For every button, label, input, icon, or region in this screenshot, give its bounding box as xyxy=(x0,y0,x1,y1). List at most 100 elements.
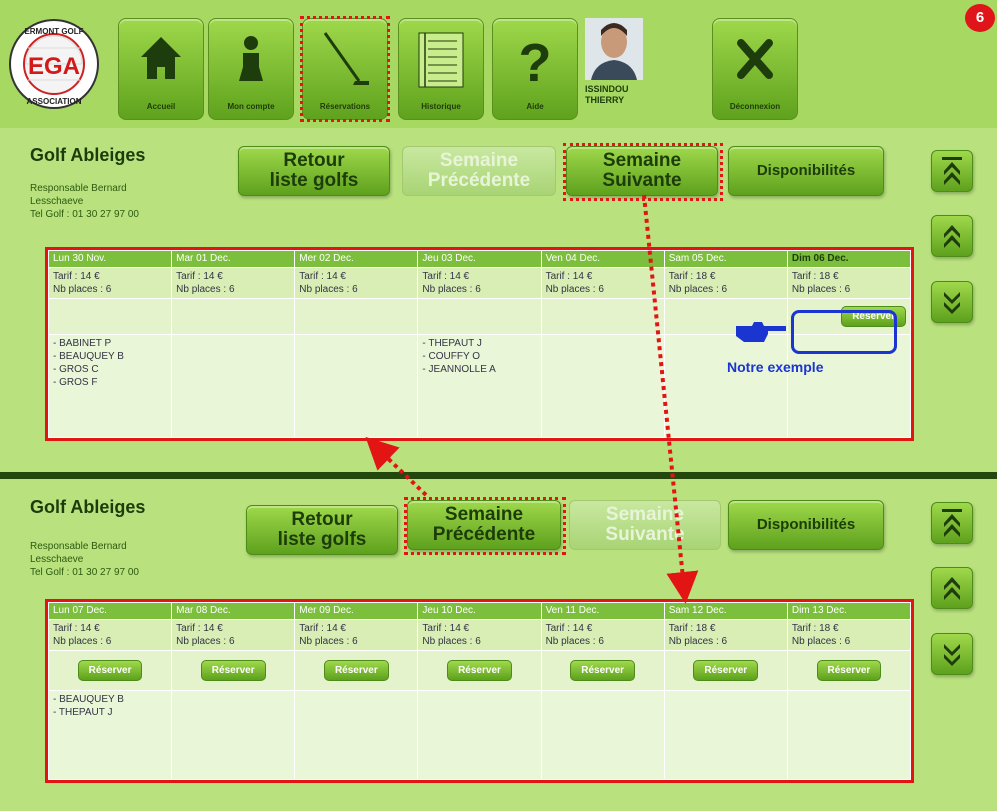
question-icon: ? xyxy=(519,33,552,91)
nav-label: Mon compte xyxy=(227,102,275,111)
names-cell xyxy=(171,334,296,438)
tarif: Tarif : 14 € xyxy=(53,623,100,634)
names-cell: - THEPAUT J - COUFFY O - JEANNOLLE A xyxy=(417,334,542,438)
action-cell xyxy=(294,298,419,335)
retour-liste-golfs-button[interactable]: Retour liste golfs xyxy=(246,505,398,555)
day-header: Dim 06 Dec. xyxy=(786,250,912,268)
names-cell xyxy=(540,334,665,438)
day-info: Tarif : 18 € Nb places : 6 xyxy=(786,267,912,299)
scroll-up-button[interactable] xyxy=(931,567,973,609)
day-info: Tarif : 18 € Nb places : 6 xyxy=(786,619,912,651)
names-cell xyxy=(294,690,419,780)
nav-accueil-button[interactable]: Accueil xyxy=(118,18,204,120)
reserver-button[interactable]: Réserver xyxy=(77,660,143,681)
tarif: Tarif : 14 € xyxy=(422,271,470,282)
person-icon xyxy=(239,36,263,81)
nav-label: Accueil xyxy=(146,102,176,111)
names-cell: - BABINET P - BEAUQUEY B - GROS C - GROS F xyxy=(47,334,173,438)
player-name: - THEPAUT J xyxy=(422,338,482,349)
scroll-up-button[interactable] xyxy=(931,215,973,257)
day-info: Tarif : 14 € Nb places : 6 xyxy=(171,267,296,299)
ega-logo[interactable]: EGA ERMONT GOLF ASSOCIATION xyxy=(6,8,102,116)
golf-info: Responsable Bernard Lesschaeve Tel Golf … xyxy=(30,182,190,221)
places: Nb places : 6 xyxy=(791,636,851,647)
places: Nb places : 6 xyxy=(53,636,112,647)
nav-label: Historique xyxy=(421,102,461,111)
section-divider xyxy=(0,472,997,479)
names-cell xyxy=(540,690,665,780)
prev-line1: Semaine xyxy=(439,150,519,171)
tarif: Tarif : 14 € xyxy=(545,623,593,634)
reserver-button[interactable]: Réserver xyxy=(570,660,636,681)
names-cell xyxy=(171,690,296,780)
action-cell xyxy=(540,298,665,335)
day-header: Mar 08 Dec. xyxy=(171,602,296,620)
tarif: Tarif : 18 € xyxy=(668,623,716,634)
tarif: Tarif : 14 € xyxy=(422,623,470,634)
scroll-down-button[interactable] xyxy=(931,633,973,675)
golf-responsable: Responsable Bernard Lesschaeve xyxy=(30,183,127,207)
prev-line2: Précédente xyxy=(427,170,531,191)
places: Nb places : 6 xyxy=(791,284,851,295)
nav-label: Aide xyxy=(526,102,544,111)
player-name: - GROS F xyxy=(53,377,98,388)
names-cell xyxy=(663,690,788,780)
reserver-button[interactable]: Réserver xyxy=(200,660,266,681)
day-info: Tarif : 14 € Nb places : 6 xyxy=(47,267,173,299)
home-icon xyxy=(141,37,181,79)
precedente-highlight xyxy=(404,497,566,555)
day-header: Lun 30 Nov. xyxy=(47,250,173,268)
nav-aide-button[interactable]: ? Aide xyxy=(492,18,578,120)
action-cell: Réserver xyxy=(294,650,419,691)
user-avatar[interactable] xyxy=(585,18,643,80)
notification-badge[interactable]: 6 xyxy=(965,4,995,32)
places: Nb places : 6 xyxy=(668,636,728,647)
day-info: Tarif : 18 € Nb places : 6 xyxy=(663,619,788,651)
disponibilites-button[interactable]: Disponibilités xyxy=(728,146,884,196)
player-name: - BEAUQUEY B xyxy=(53,351,124,362)
golf-title: Golf Ableiges xyxy=(30,497,146,517)
player-name: - BABINET P xyxy=(53,338,112,349)
day-header: Mer 02 Dec. xyxy=(294,250,419,268)
action-cell xyxy=(171,298,296,335)
scroll-top-button[interactable] xyxy=(931,150,973,192)
nav-historique-button[interactable]: Historique xyxy=(398,18,484,120)
double-chevron-up-icon xyxy=(942,509,962,537)
user-name: ISSINDOU THIERRY xyxy=(585,84,655,106)
golf-tel: Tel Golf : 01 30 27 97 00 xyxy=(30,567,139,578)
player-name: - BEAUQUEY B xyxy=(53,694,124,705)
day-info: Tarif : 14 € Nb places : 6 xyxy=(540,619,665,651)
reserver-button[interactable]: Réserver xyxy=(447,660,512,681)
chevron-down-icon xyxy=(944,292,960,314)
golf-tel: Tel Golf : 01 30 27 97 00 xyxy=(30,209,139,220)
player-name: - COUFFY O xyxy=(422,351,481,362)
next-line2: Suivante xyxy=(605,524,685,545)
places: Nb places : 6 xyxy=(176,636,235,647)
places: Nb places : 6 xyxy=(668,284,728,295)
day-header: Mar 01 Dec. xyxy=(171,250,296,268)
svg-text:ASSOCIATION: ASSOCIATION xyxy=(27,97,82,106)
nav-deconnexion-button[interactable]: Déconnexion xyxy=(712,18,798,120)
semaine-precedente-button: Semaine Précédente xyxy=(402,146,556,196)
retour-liste-golfs-button[interactable]: Retour liste golfs xyxy=(238,146,390,196)
suivante-highlight xyxy=(563,143,723,201)
golf-info: Responsable Bernard Lesschaeve Tel Golf … xyxy=(30,540,190,579)
day-info: Tarif : 14 € Nb places : 6 xyxy=(417,619,542,651)
places: Nb places : 6 xyxy=(53,284,112,295)
reserver-button[interactable]: Réserver xyxy=(816,660,882,681)
retour-line1: Retour xyxy=(291,509,353,530)
action-cell xyxy=(417,298,542,335)
disponibilites-button[interactable]: Disponibilités xyxy=(728,500,884,550)
scroll-top-button[interactable] xyxy=(931,502,973,544)
semaine-suivante-button: Semaine Suivante xyxy=(569,500,721,550)
reserver-button[interactable]: Réserver xyxy=(323,660,389,681)
svg-text:?: ? xyxy=(519,33,552,91)
scroll-down-button[interactable] xyxy=(931,281,973,323)
top-nav-bar: EGA ERMONT GOLF ASSOCIATION Accueil Mon … xyxy=(0,0,997,128)
day-info: Tarif : 14 € Nb places : 6 xyxy=(294,619,419,651)
reserver-button[interactable]: Réserver xyxy=(693,660,759,681)
logo-emblem-icon: EGA ERMONT GOLF ASSOCIATION xyxy=(9,19,99,109)
week1-calendar: Lun 30 Nov. Mar 01 Dec. Mer 02 Dec. Jeu … xyxy=(45,247,914,441)
nav-mon-compte-button[interactable]: Mon compte xyxy=(208,18,294,120)
golf-responsable: Responsable Bernard Lesschaeve xyxy=(30,541,127,565)
